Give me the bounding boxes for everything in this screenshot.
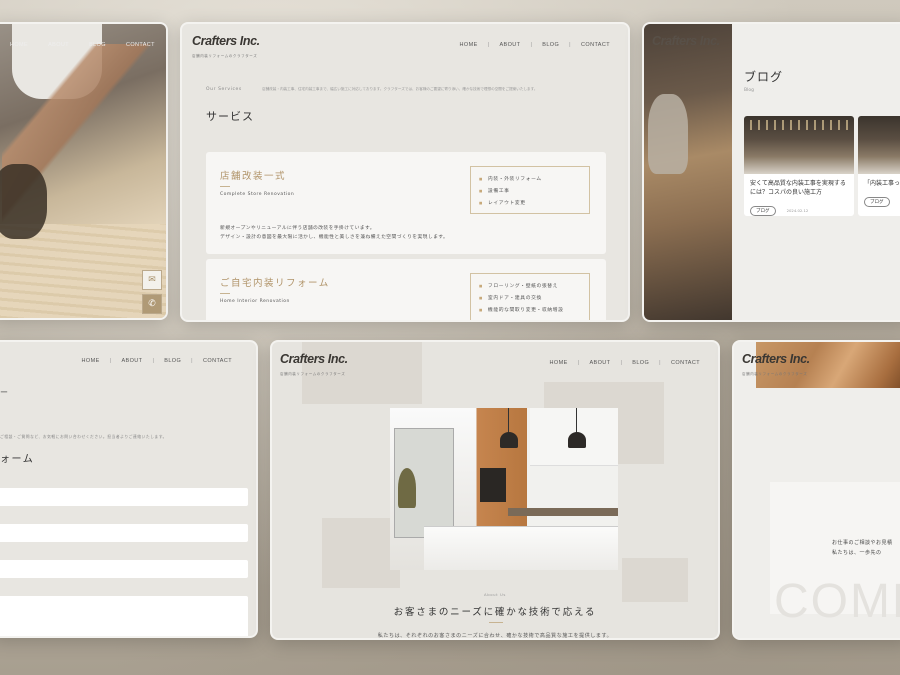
nav-home[interactable]: HOME bbox=[0, 42, 38, 48]
body-text: 私たちは、それぞれのお客さまのニーズに合わせ、確かな技術で高品質な施工を提供しま… bbox=[377, 633, 613, 639]
kitchen-photo bbox=[390, 408, 618, 570]
service-en: Complete Store Renovation bbox=[220, 192, 295, 197]
nav-about[interactable]: ABOUT bbox=[579, 360, 620, 366]
nav-contact[interactable]: CONTACT bbox=[193, 358, 242, 364]
company-text: お仕事のご相談やお見積 私たちは、一歩先の bbox=[832, 540, 893, 556]
nav-about[interactable]: ABOUT bbox=[111, 358, 152, 364]
service-item: ご自宅内装リフォーム Home Interior Renovation フローリ… bbox=[206, 259, 606, 320]
nav: HOME | ABOUT | BLOG | CONTACT bbox=[450, 42, 620, 48]
nav-about[interactable]: ABOUT bbox=[489, 42, 530, 48]
phone-button[interactable]: ✆ bbox=[142, 294, 162, 314]
logo[interactable]: Crafters Inc. bbox=[742, 352, 810, 366]
message-field[interactable] bbox=[0, 596, 248, 636]
heading-mark: ー bbox=[0, 388, 8, 397]
nav-blog[interactable]: BLOG bbox=[154, 358, 191, 364]
nav: HOME | ABOUT | BLOG | CONTACT bbox=[72, 358, 242, 364]
logo-tagline: 店舗内装リフォームのクラフターズ bbox=[192, 54, 258, 58]
service-title: 店舗改装一式 bbox=[220, 171, 287, 182]
service-features: 内装・外装リフォーム 設備工事 レイアウト変更 bbox=[470, 166, 590, 214]
logo-tagline: 店舗内装リフォームのクラフターズ bbox=[280, 372, 346, 376]
blog-title: ブログ bbox=[744, 70, 784, 84]
glove-hand bbox=[0, 164, 47, 239]
feature-item: フローリング・壁紙の張替え bbox=[479, 282, 581, 289]
feature-item: 室内ドア・建具の交換 bbox=[479, 294, 581, 301]
hero-photo-card: HOME ABOUT BLOG CONTACT ✉ ✆ bbox=[0, 22, 168, 320]
nav-home[interactable]: HOME bbox=[450, 42, 488, 48]
feature-item: レイアウト変更 bbox=[479, 199, 581, 206]
post-thumbnail bbox=[858, 116, 900, 174]
nav: HOME ABOUT BLOG CONTACT bbox=[0, 42, 165, 48]
service-features: フローリング・壁紙の張替え 室内ドア・建具の交換 機能的な間取り変更・収納増設 bbox=[470, 273, 590, 320]
blog-subtitle: Blog bbox=[744, 88, 754, 93]
contact-note: ご相談・ご質問など、お気軽にお問い合わせください。担当者よりご連絡いたします。 bbox=[0, 434, 167, 439]
mail-button[interactable]: ✉ bbox=[142, 270, 162, 290]
services-title: サービス bbox=[206, 110, 254, 123]
post-tag[interactable]: ブログ bbox=[864, 197, 890, 207]
phone-field[interactable] bbox=[0, 560, 248, 578]
nav-contact[interactable]: CONTACT bbox=[571, 42, 620, 48]
nav-blog[interactable]: BLOG bbox=[79, 42, 116, 48]
logo[interactable]: Crafters Inc. bbox=[192, 34, 260, 48]
phone-icon: ✆ bbox=[148, 299, 156, 309]
post-title: 安くて高品質な内装工事を実現するには？コスパの良い施工方 bbox=[750, 180, 846, 196]
post-tag[interactable]: ブログ bbox=[750, 206, 776, 216]
blog-post[interactable]: 安くて高品質な内装工事を実現するには？コスパの良い施工方 ブログ 2024.02… bbox=[744, 116, 854, 216]
headline: お客さまのニーズに確かな技術で応える bbox=[393, 607, 597, 618]
mail-icon: ✉ bbox=[148, 275, 156, 285]
name-field[interactable] bbox=[0, 488, 248, 506]
logo[interactable]: Crafters Inc. bbox=[652, 34, 720, 48]
service-en: Home Interior Renovation bbox=[220, 299, 290, 304]
service-item: 店舗改装一式 Complete Store Renovation 内装・外装リフ… bbox=[206, 152, 606, 254]
feature-item: 機能的な間取り変更・収納増設 bbox=[479, 306, 581, 313]
company-card: Crafters Inc. 店舗内装リフォームのクラフターズ COMP お仕事の… bbox=[732, 340, 900, 640]
contact-card: HOME | ABOUT | BLOG | CONTACT ー ご相談・ご質問など、お… bbox=[0, 340, 258, 638]
post-title: 「内装工事っの？」後悔し bbox=[864, 180, 900, 187]
nav: HOME | ABOUT | BLOG | CONTACT bbox=[540, 360, 710, 366]
nav-contact[interactable]: CONTACT bbox=[661, 360, 710, 366]
blog-card: Crafters Inc. ブログ Blog 安くて高品質な内装工事を実現するに… bbox=[642, 22, 900, 322]
nav-home[interactable]: HOME bbox=[72, 358, 110, 364]
about-hero-card: Crafters Inc. 店舗内装リフォームのクラフターズ HOME | ABO… bbox=[270, 340, 720, 640]
logo[interactable]: Crafters Inc. bbox=[280, 352, 348, 366]
nav-blog[interactable]: BLOG bbox=[532, 42, 569, 48]
service-desc: 新規オープンやリニューアルに伴う店舗の改装を手掛けています。 デザイン・設計の意… bbox=[220, 226, 449, 241]
section-label: Our Services bbox=[206, 87, 242, 92]
background-word: COMP bbox=[774, 575, 900, 628]
email-field[interactable] bbox=[0, 524, 248, 542]
nav-home[interactable]: HOME bbox=[540, 360, 578, 366]
nav-blog[interactable]: BLOG bbox=[622, 360, 659, 366]
services-card: Crafters Inc. 店舗内装リフォームのクラフターズ HOME | ABO… bbox=[180, 22, 630, 322]
service-title: ご自宅内装リフォーム bbox=[220, 278, 330, 289]
nav-about[interactable]: ABOUT bbox=[38, 42, 79, 48]
feature-item: 設備工事 bbox=[479, 187, 581, 194]
services-intro: 店舗改装・内装工事、住宅内装工事まで、幅広い施工に対応しております。クラフターズ… bbox=[262, 87, 538, 91]
section-label: About Us bbox=[484, 592, 506, 597]
post-date: 2024.02.12 bbox=[786, 208, 809, 213]
logo-tagline: 店舗内装リフォームのクラフターズ bbox=[742, 372, 808, 376]
blog-post[interactable]: 「内装工事っの？」後悔し ブログ 2024 bbox=[858, 116, 900, 216]
nav-contact[interactable]: CONTACT bbox=[116, 42, 165, 48]
form-title: ォーム bbox=[0, 454, 35, 465]
feature-item: 内装・外装リフォーム bbox=[479, 175, 581, 182]
